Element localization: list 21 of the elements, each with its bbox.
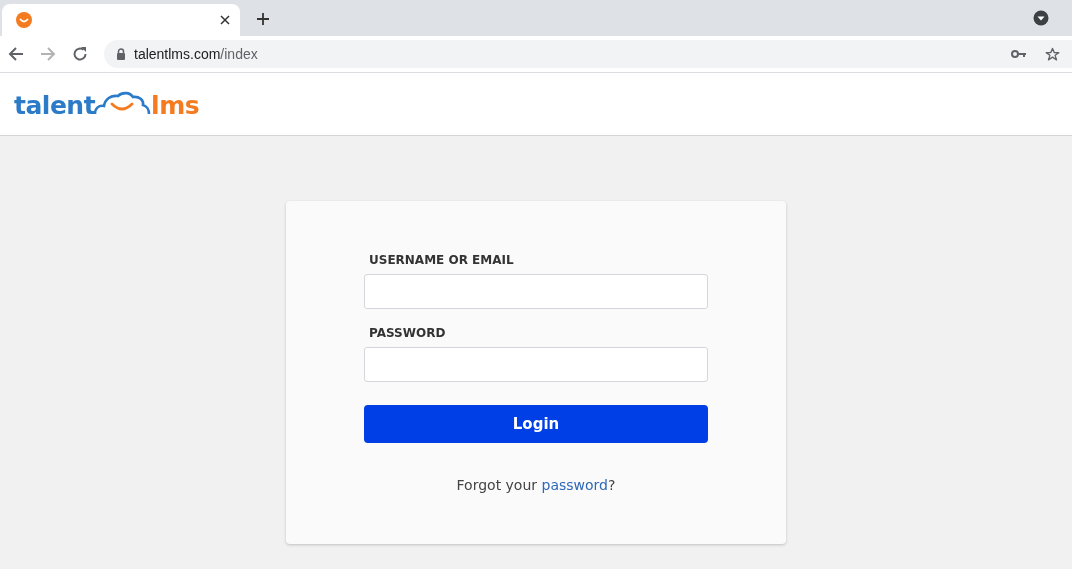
- lock-icon: [116, 48, 126, 60]
- forgot-password-text: Forgot your password?: [455, 477, 617, 493]
- field-label: USERNAME OR EMAIL: [369, 253, 515, 267]
- url-text: talentlms.com/index: [134, 46, 258, 62]
- key-icon[interactable]: [1011, 49, 1027, 59]
- input-field[interactable]: [364, 347, 708, 382]
- new-tab-icon[interactable]: [256, 12, 270, 26]
- cloud-smile-icon: [93, 90, 152, 115]
- close-icon[interactable]: [220, 15, 230, 25]
- field-label: PASSWORD: [369, 326, 447, 340]
- smiley-icon: [16, 12, 32, 28]
- password-link[interactable]: password: [541, 477, 608, 493]
- input-field[interactable]: [364, 274, 708, 309]
- address-bar[interactable]: talentlms.com/index: [104, 40, 1072, 68]
- back-icon[interactable]: [8, 46, 24, 62]
- star-icon[interactable]: [1045, 46, 1060, 62]
- logo-text: lms: [151, 92, 200, 118]
- dropdown-icon[interactable]: [1033, 10, 1049, 26]
- reload-icon[interactable]: [72, 46, 88, 62]
- logo-text: talent: [14, 92, 96, 118]
- login-button[interactable]: Login: [364, 405, 708, 443]
